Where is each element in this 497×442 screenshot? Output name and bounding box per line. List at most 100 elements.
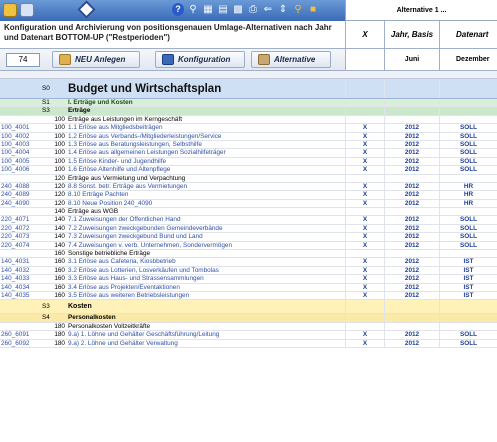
row-datenart: SOLL — [439, 132, 497, 140]
table-row[interactable]: 220_4072 140 7.2 Zuweisungen zweckgebunden… — [0, 224, 497, 234]
row-code: 120 — [54, 182, 65, 190]
row-id: 140_4034 — [1, 283, 30, 291]
section-row[interactable]: 160 Sonstige betriebliche Erträge — [0, 250, 497, 259]
row-datenart: HR — [439, 182, 497, 191]
row-year: 2012 — [384, 166, 439, 174]
config-icon — [162, 54, 174, 65]
table-row[interactable]: 240_4089 120 8.10 Erträge Pachten X 2012 HR — [0, 191, 497, 200]
row-year — [384, 79, 439, 98]
row-text: 7.4 Zuweisungen v. verb. Unternehmen, So… — [68, 241, 232, 249]
section-row[interactable]: 140 Erträge aus WGB — [0, 208, 497, 217]
row-datenart: SOLL — [439, 140, 497, 149]
lock-icon[interactable]: ■ — [307, 3, 319, 16]
row-year: 2012 — [384, 258, 439, 266]
row-datenart — [439, 115, 497, 124]
table-row[interactable]: 260_6092 180 9.a) 2. Löhne und Gehälter Ve… — [0, 339, 497, 348]
table-row[interactable]: 100_4005 100 1.5 Erlöse Kinder- und Jugend… — [0, 157, 497, 167]
row-datenart: IST — [439, 283, 497, 291]
table-row[interactable]: 220_4073 140 7.3 Zuweisungen zweckgebund B… — [0, 233, 497, 242]
section-row[interactable]: 100 Erträge aus Leistungen im Kerngeschäf… — [0, 115, 497, 125]
table-row[interactable]: 240_4090 120 8.10 Neue Position 240_4090 X 2… — [0, 199, 497, 209]
section-row[interactable]: S3 Erträge — [0, 107, 497, 116]
row-code: 100 — [54, 115, 65, 123]
row-id — [0, 107, 40, 114]
folder-icon[interactable] — [3, 3, 17, 17]
section-row[interactable]: S3 Kosten — [0, 300, 497, 315]
search-icon[interactable]: ⚲ — [187, 3, 199, 16]
row-year: 2012 — [384, 149, 439, 157]
table-icon[interactable]: ▦ — [202, 3, 214, 16]
row-code: 140 — [54, 216, 65, 224]
table-row[interactable]: 140_4034 160 3.4 Erlöse aus Projekten/Even… — [0, 283, 497, 292]
row-datenart — [439, 300, 497, 314]
toolbar-icons: ? ⚲ ▦ ▤ ▩ ⎙ ⇐ ⇕ ⚲ ■ — [172, 3, 319, 16]
year-input[interactable]: 74 — [6, 53, 40, 67]
row-code: 100 — [54, 149, 65, 157]
row-text: Kosten — [68, 303, 92, 311]
row-x-mark: X — [345, 216, 384, 224]
home-icon[interactable] — [20, 3, 34, 17]
alternative-header: Alternative 1 ... — [345, 0, 497, 21]
row-x-mark: X — [345, 132, 384, 140]
table-row[interactable]: 140_4033 160 3.3 Erlöse aus Haus- und Stra… — [0, 275, 497, 284]
row-id: 260_6091 — [1, 331, 30, 339]
export-icon[interactable]: ▤ — [217, 3, 229, 16]
row-text: 3.3 Erlöse aus Haus- und Strassensammlun… — [68, 275, 204, 283]
row-year: 2012 — [384, 241, 439, 250]
row-id: 260_6092 — [1, 339, 30, 347]
row-code: 160 — [54, 291, 65, 299]
grid-icon[interactable]: ▩ — [232, 3, 244, 16]
row-text: Budget und Wirtschaftsplan — [68, 83, 222, 95]
table-row[interactable]: 100_4001 100 1.1 Erlöse aus Mitgliedsbeitr… — [0, 124, 497, 133]
row-datenart: SOLL — [439, 233, 497, 241]
table-row[interactable]: 140_4032 160 3.2 Erlöse aus Lotterien, Los… — [0, 266, 497, 276]
row-id: 140_4035 — [1, 291, 30, 299]
row-year: 2012 — [384, 199, 439, 208]
table-row[interactable]: 220_4074 140 7.4 Zuweisungen v. verb. Unte… — [0, 241, 497, 251]
row-year — [384, 322, 439, 331]
navigate-icon[interactable] — [77, 0, 96, 19]
table-row[interactable]: 100_4006 100 1.6 Erlöse Altenhilfe und Alt… — [0, 166, 497, 175]
row-id — [0, 79, 40, 98]
row-x-mark: X — [345, 241, 384, 250]
table-row[interactable]: 100_4003 100 1.3 Erlöse aus Beratungsleist… — [0, 140, 497, 150]
row-text: Erträge aus WGB — [68, 208, 119, 216]
config-button[interactable]: Konfiguration — [155, 51, 245, 68]
table-row[interactable]: 100_4002 100 1.2 Erlöse aus Verbands-/Mitg… — [0, 132, 497, 141]
row-id: 140_4032 — [1, 266, 30, 274]
sort-icon[interactable]: ⇕ — [277, 3, 289, 16]
back-icon[interactable]: ⇐ — [262, 3, 274, 16]
alternative-button[interactable]: Alternative — [251, 51, 331, 68]
row-datenart: IST — [439, 291, 497, 300]
new-button[interactable]: NEU Anlegen — [52, 51, 140, 68]
table-row[interactable]: 240_4088 120 8.8 Sonst. betr. Erträge aus … — [0, 182, 497, 192]
row-code: 160 — [54, 266, 65, 274]
print-icon[interactable]: ⎙ — [247, 3, 259, 16]
row-year: 2012 — [384, 283, 439, 291]
section-row[interactable]: 120 Erträge aus Vermietung und Verpachtun… — [0, 174, 497, 183]
key-icon[interactable]: ⚲ — [292, 3, 304, 16]
row-code: 120 — [54, 191, 65, 199]
row-datenart: SOLL — [439, 216, 497, 224]
top-toolbar: ? ⚲ ▦ ▤ ▩ ⎙ ⇐ ⇕ ⚲ ■ Alternative 1 ... — [0, 0, 497, 21]
row-year: 2012 — [384, 266, 439, 275]
section-row[interactable]: S1 I. Erträge und Kosten — [0, 99, 497, 108]
row-x-mark: X — [345, 331, 384, 339]
table-row[interactable]: 140_4031 160 3.1 Erlöse aus Cafeteria, Kio… — [0, 258, 497, 267]
table-row[interactable]: 140_4035 160 3.5 Erlöse aus weiteren Betri… — [0, 291, 497, 301]
section-row[interactable]: S0 Budget und Wirtschaftsplan — [0, 79, 497, 99]
section-row[interactable]: 180 Personalkosten Vollzeitkräfte — [0, 322, 497, 332]
table-row[interactable]: 220_4071 140 7.1 Zuweisungen der Öffentlic… — [0, 216, 497, 225]
row-text: 3.1 Erlöse aus Cafeteria, Kiosbbetrieb — [68, 258, 176, 266]
row-datenart — [439, 79, 497, 98]
section-row[interactable]: S4 Personalkosten — [0, 314, 497, 323]
table-row[interactable]: 100_4004 100 1.4 Erlöse aus allgemeinen Le… — [0, 149, 497, 158]
row-x-mark — [345, 107, 384, 115]
row-id — [0, 116, 40, 123]
help-icon[interactable]: ? — [172, 3, 184, 16]
table-row[interactable]: 260_6091 180 9.a) 1. Löhne und Gehälter Ge… — [0, 331, 497, 340]
row-id: 100_4003 — [1, 140, 30, 148]
row-code: 140 — [54, 208, 65, 216]
row-x-mark: X — [345, 291, 384, 300]
new-icon — [59, 54, 71, 65]
